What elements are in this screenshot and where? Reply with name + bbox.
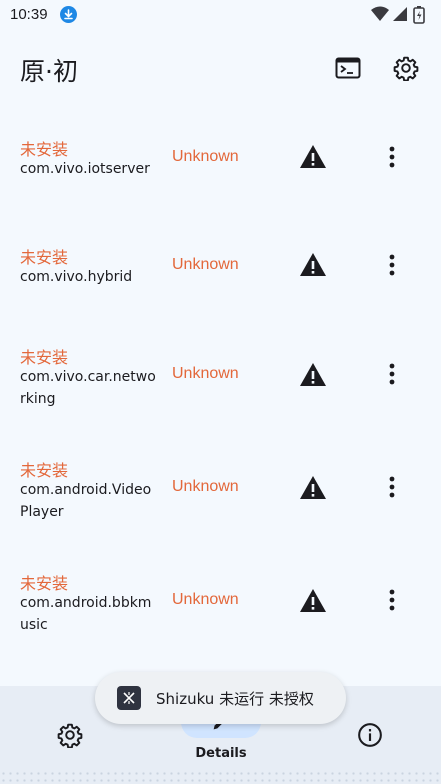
more-options-button[interactable] [378, 360, 406, 388]
warning-icon [300, 363, 326, 386]
install-status: 未安装 [20, 574, 69, 593]
warning-icon [300, 253, 326, 276]
more-vert-icon [389, 589, 395, 611]
version-label: Unknown [172, 365, 239, 382]
more-options-button[interactable] [378, 473, 406, 501]
version-label: Unknown [172, 256, 239, 273]
settings-icon [57, 723, 83, 748]
more-options-button[interactable] [378, 586, 406, 614]
install-status: 未安装 [20, 461, 69, 480]
nav-label-details: Details [195, 746, 247, 761]
install-status: 未安装 [20, 348, 69, 367]
battery-charging-icon [413, 6, 425, 24]
app-bar: 原·初 [0, 40, 441, 96]
package-name: com.vivo.car.networking [20, 369, 156, 407]
package-name: com.android.VideoPlayer [20, 482, 152, 520]
download-icon [60, 6, 77, 23]
more-vert-icon [389, 476, 395, 498]
warning-icon [300, 476, 326, 499]
toast-text: Shizuku 未运行 未授权 [156, 690, 314, 708]
settings-button[interactable] [386, 48, 426, 88]
wifi-icon [371, 6, 389, 21]
more-options-button[interactable] [378, 251, 406, 279]
status-time: 10:39 [10, 6, 48, 23]
more-vert-icon [389, 363, 395, 385]
install-status: 未安装 [20, 140, 69, 159]
package-name: com.vivo.hybrid [20, 269, 133, 285]
toast-message: Shizuku 未运行 未授权 [95, 672, 346, 724]
warning-icon [300, 589, 326, 612]
more-vert-icon [389, 146, 395, 168]
warning-icon [300, 145, 326, 168]
info-icon [358, 723, 382, 747]
app-title: 原·初 [20, 57, 78, 86]
settings-icon [393, 56, 419, 81]
status-bar: 10:39 [0, 0, 441, 30]
package-name: com.vivo.iotserver [20, 161, 150, 177]
terminal-button[interactable] [328, 48, 368, 88]
version-label: Unknown [172, 591, 239, 608]
version-label: Unknown [172, 148, 239, 165]
more-vert-icon [389, 254, 395, 276]
gesture-bar [0, 770, 441, 784]
version-label: Unknown [172, 478, 239, 495]
signal-icon [393, 7, 407, 21]
shizuku-icon [117, 686, 141, 710]
more-options-button[interactable] [378, 143, 406, 171]
install-status: 未安装 [20, 248, 69, 267]
terminal-icon [335, 57, 361, 79]
package-name: com.android.bbkmusic [20, 595, 152, 633]
